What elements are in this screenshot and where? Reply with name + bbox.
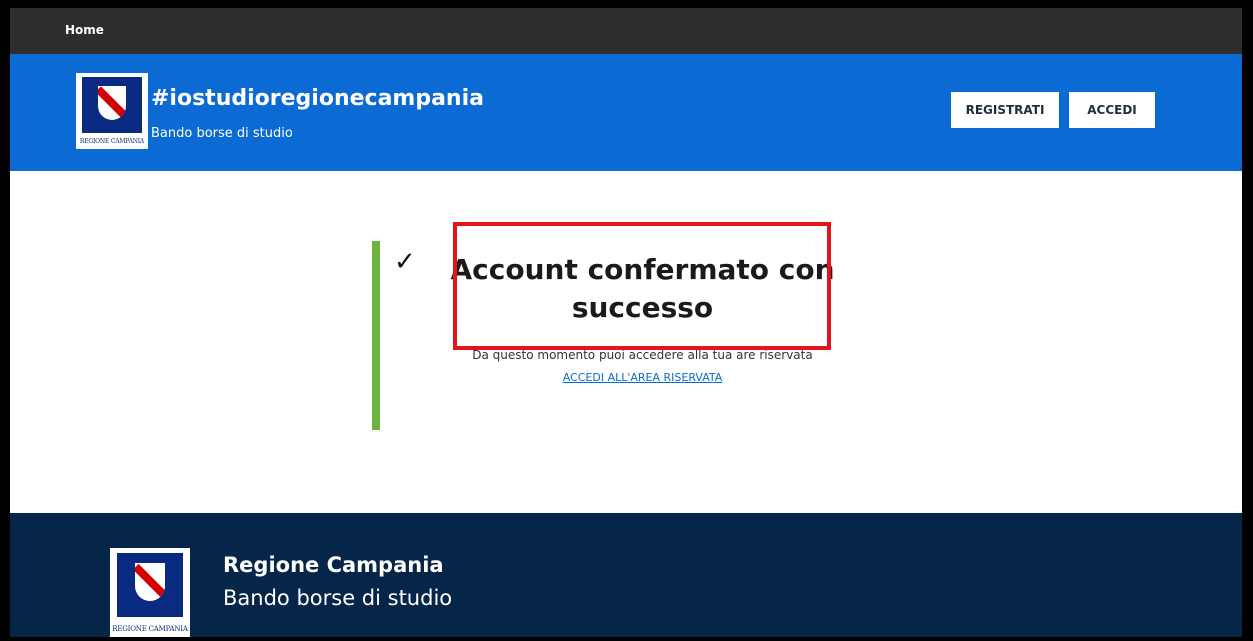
footer-shield-icon: [135, 563, 165, 601]
footer-subtitle: Bando borse di studio: [223, 586, 453, 610]
login-button[interactable]: ACCEDI: [1069, 92, 1155, 128]
site-title[interactable]: #iostudioregionecampania: [151, 86, 484, 111]
logo-emblem: [82, 77, 142, 133]
site-footer: REGIONE CAMPANIA Regione Campania Bando …: [10, 513, 1242, 637]
checkmark-icon: ✓: [394, 247, 416, 277]
footer-logo-caption: REGIONE CAMPANIA: [112, 625, 188, 633]
success-accent-bar: [372, 241, 380, 430]
top-navbar: Home: [10, 8, 1242, 54]
confirmation-message: Da questo momento puoi accedere alla tua…: [472, 348, 813, 362]
home-link[interactable]: Home: [65, 23, 104, 37]
footer-logo-emblem: [117, 553, 183, 617]
page: Home REGIONE CAMPANIA #iostudioregioneca…: [10, 8, 1242, 637]
site-header: REGIONE CAMPANIA #iostudioregionecampani…: [10, 54, 1242, 171]
main-content: ✓ Account confermato con successo Da que…: [10, 171, 1242, 513]
register-button[interactable]: REGISTRATI: [951, 92, 1059, 128]
annotation-highlight-box: [453, 222, 831, 350]
reserved-area-link[interactable]: ACCEDI ALL'AREA RISERVATA: [450, 371, 835, 384]
footer-regione-campania-logo: REGIONE CAMPANIA: [110, 548, 190, 637]
logo-caption: REGIONE CAMPANIA: [79, 138, 145, 145]
site-subtitle: Bando borse di studio: [151, 126, 293, 141]
footer-title: Regione Campania: [223, 553, 444, 577]
regione-campania-logo[interactable]: REGIONE CAMPANIA: [76, 73, 148, 149]
shield-icon: [98, 86, 126, 120]
